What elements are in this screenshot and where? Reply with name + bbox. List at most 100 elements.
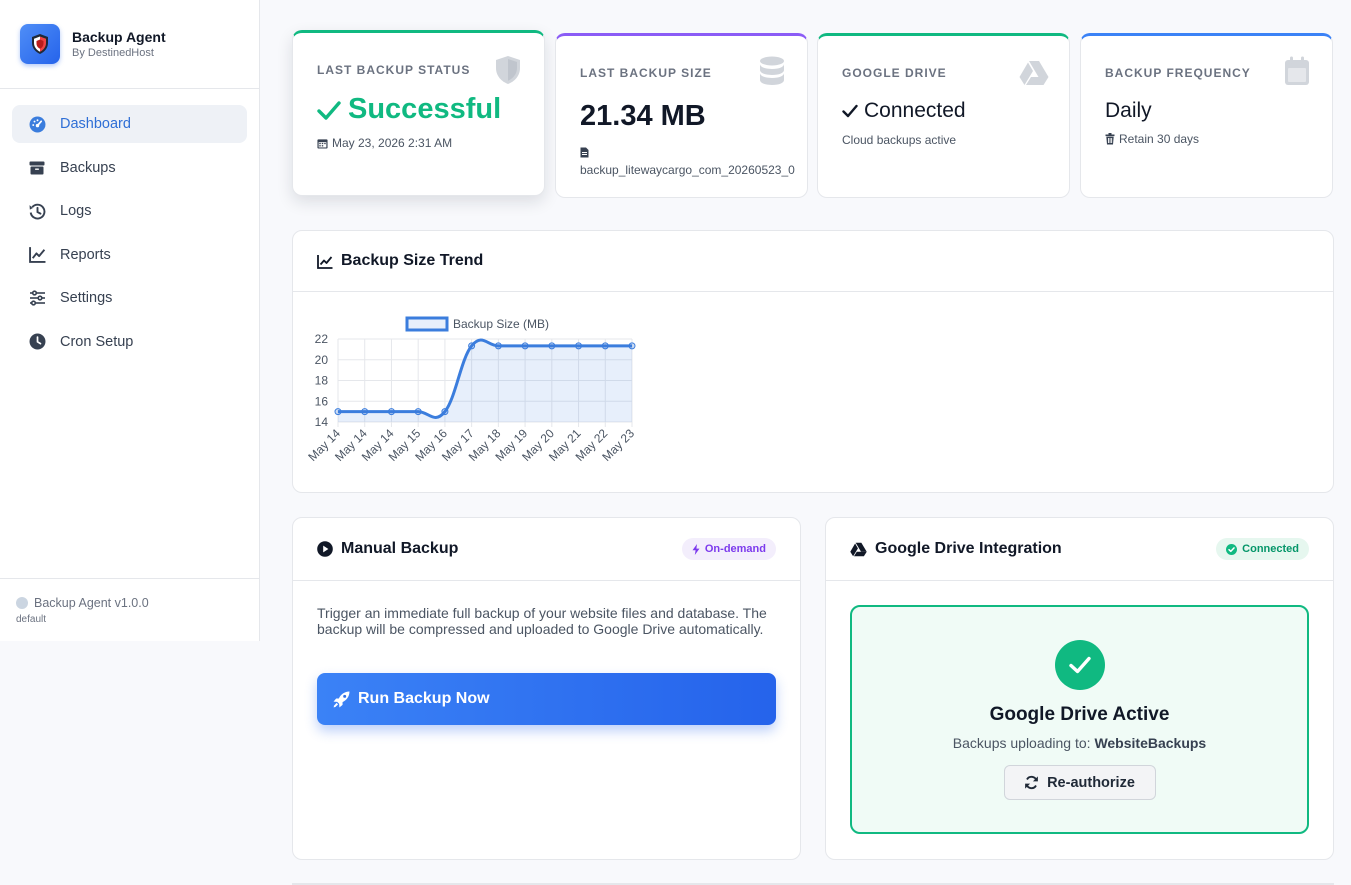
manual-backup-panel: Manual Backup On-demand Trigger an immed… <box>292 517 801 860</box>
shield-icon <box>494 55 522 90</box>
y-tick-label: 20 <box>315 353 329 367</box>
backup-size-chart: 1416182022May 14May 14May 14May 15May 16… <box>305 316 637 464</box>
data-point <box>494 342 502 350</box>
stat-sub: Cloud backups active <box>842 133 957 147</box>
database-icon <box>759 56 785 91</box>
sidebar-item-label: Cron Setup <box>60 333 134 350</box>
archive-icon <box>28 159 46 177</box>
sidebar-item-label: Reports <box>60 246 111 263</box>
data-point <box>334 408 342 416</box>
sidebar-item-label: Logs <box>60 203 92 219</box>
sidebar: Backup Agent By DestinedHost Dashboard B… <box>0 0 260 641</box>
stat-timestamp: May 23, 2026 2:31 AM <box>332 136 453 150</box>
sliders-icon <box>28 289 46 307</box>
data-point <box>361 408 369 416</box>
bolt-icon <box>692 543 700 555</box>
y-tick-label: 22 <box>315 332 329 346</box>
calendar-icon <box>1284 56 1310 91</box>
stat-label: Last Backup Status <box>317 63 471 77</box>
check-icon <box>842 104 858 118</box>
panel-title: Backup Size Trend <box>341 252 484 269</box>
calendar-icon <box>317 138 328 149</box>
shield-logo-icon <box>20 24 60 64</box>
check-icon <box>317 100 341 120</box>
connected-badge: Connected <box>1216 538 1309 560</box>
sidebar-item-settings[interactable]: Settings <box>12 279 247 317</box>
re-authorize-button[interactable]: Re-authorize <box>1003 765 1156 800</box>
play-circle-icon <box>317 541 333 557</box>
sidebar-item-reports[interactable]: Reports <box>12 236 247 274</box>
stat-label: Google Drive <box>842 66 947 80</box>
status-dot-icon <box>16 597 28 609</box>
button-label: Run Backup Now <box>358 690 490 707</box>
button-label: Re-authorize <box>1047 774 1135 791</box>
data-point <box>601 342 609 350</box>
run-backup-button[interactable]: Run Backup Now <box>317 673 776 725</box>
data-point <box>441 408 449 416</box>
stat-value: Successful <box>348 93 502 125</box>
version-label: Backup Agent v1.0.0 <box>34 596 149 610</box>
chart-line-icon <box>317 254 333 269</box>
data-point <box>521 342 529 350</box>
manual-description: Trigger an immediate full backup of your… <box>317 605 767 637</box>
history-icon <box>28 202 46 220</box>
panel-title: Google Drive Integration <box>875 540 1062 557</box>
sidebar-item-cron-setup[interactable]: Cron Setup <box>12 323 247 361</box>
rocket-icon <box>333 691 350 707</box>
stat-value: Daily <box>1105 99 1152 122</box>
last-backup-status-card: Last Backup Status Successful May 23, 20… <box>292 30 545 196</box>
stat-label: Last Backup Size <box>580 66 712 80</box>
clock-icon <box>28 333 46 351</box>
sync-icon <box>1025 775 1038 790</box>
badge-label: On-demand <box>704 543 766 555</box>
check-circle-icon <box>1054 640 1105 690</box>
google-drive-icon <box>850 542 867 556</box>
last-backup-size-card: Last Backup Size 21.34 MB backup_liteway… <box>555 33 808 198</box>
legend-label: Backup Size (MB) <box>453 317 549 331</box>
retention-label: Retain 30 days <box>1119 132 1200 146</box>
gauge-icon <box>28 115 46 133</box>
uploading-label: Backups uploading to: <box>952 735 1091 751</box>
check-circle-icon <box>1226 543 1238 555</box>
sidebar-footer: Backup Agent v1.0.0 default <box>0 578 259 642</box>
stat-value: Connected <box>864 99 966 122</box>
data-point <box>575 342 583 350</box>
data-point <box>468 342 476 350</box>
chart-line-icon <box>28 246 46 264</box>
google-drive-integration-panel: Google Drive Integration Connected Googl… <box>825 517 1334 860</box>
sidebar-item-label: Dashboard <box>60 116 131 132</box>
data-point <box>414 408 422 416</box>
sidebar-item-label: Settings <box>60 290 113 306</box>
y-tick-label: 16 <box>315 394 329 408</box>
badge-label: Connected <box>1242 543 1299 555</box>
profile-label: default <box>16 614 47 625</box>
google-drive-icon <box>1019 60 1049 91</box>
app-subtitle: By DestinedHost <box>72 47 154 59</box>
drive-active-box: Google Drive Active Backups uploading to… <box>850 605 1309 834</box>
stat-label: Backup Frequency <box>1105 66 1251 80</box>
on-demand-badge: On-demand <box>681 538 776 560</box>
backup-size-trend-panel: Backup Size Trend 14 16 18 20 22 May 14 May 14… <box>292 230 1334 493</box>
file-icon <box>580 145 783 163</box>
legend-swatch <box>405 316 449 332</box>
app-title: Backup Agent <box>72 29 166 45</box>
series-area <box>338 340 632 422</box>
data-point <box>628 342 636 350</box>
brand: Backup Agent By DestinedHost <box>0 0 259 89</box>
folder-name: WebsiteBackups <box>1094 735 1207 751</box>
sidebar-item-label: Backups <box>60 159 116 176</box>
trash-icon <box>1105 133 1115 145</box>
y-tick-label: 14 <box>315 415 329 429</box>
google-drive-card: Google Drive Connected Cloud backups act… <box>817 33 1070 198</box>
backup-frequency-card: Backup Frequency Daily Retain 30 days <box>1080 33 1333 198</box>
sidebar-item-logs[interactable]: Logs <box>12 192 247 230</box>
backup-filename: backup_litewaycargo_com_20260523_0 <box>580 163 795 177</box>
panel-title: Manual Backup <box>341 540 459 557</box>
sidebar-item-dashboard[interactable]: Dashboard <box>12 105 247 143</box>
drive-active-title: Google Drive Active <box>989 704 1170 725</box>
sidebar-item-backups[interactable]: Backups <box>12 149 247 187</box>
sidebar-nav: Dashboard Backups Logs Reports Settings <box>0 89 259 382</box>
y-tick-label: 18 <box>315 374 329 388</box>
data-point <box>387 408 395 416</box>
stat-value: 21.34 MB <box>580 100 706 132</box>
